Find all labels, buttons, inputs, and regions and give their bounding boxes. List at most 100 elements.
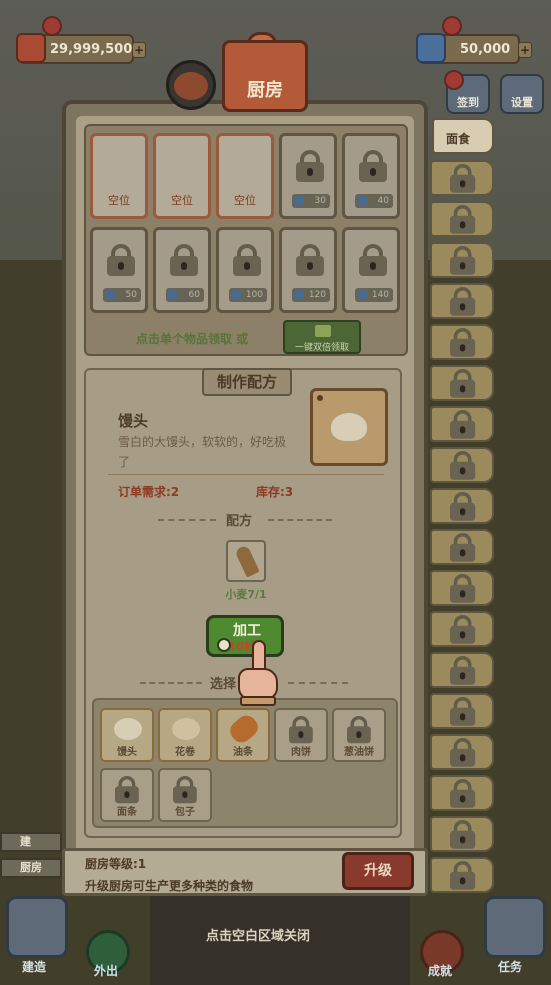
coin-icon	[16, 33, 46, 63]
coin-value: 29,999,500	[50, 41, 133, 57]
divider	[108, 474, 384, 475]
left-list-label: 厨房	[20, 861, 42, 874]
side-tab-locked[interactable]	[430, 570, 494, 606]
side-tab-locked[interactable]	[430, 693, 494, 729]
storage-slot-locked[interactable]: 50	[90, 227, 148, 313]
price-value: 30	[314, 196, 326, 206]
food-option-label: 葱油饼	[344, 747, 374, 758]
left-list-label: 建	[20, 835, 31, 848]
storage-slot-locked[interactable]: 30	[279, 133, 337, 219]
left-list-item-kitchen[interactable]: 厨房	[0, 858, 62, 878]
lock-icon	[450, 164, 476, 193]
side-tab-locked[interactable]	[430, 242, 494, 278]
lock-icon	[450, 574, 476, 603]
gem-counter: 50,000 +	[416, 33, 532, 64]
process-label: 加工	[233, 623, 261, 639]
storage-slot-locked[interactable]: 140	[342, 227, 400, 313]
side-tab-locked[interactable]	[430, 324, 494, 360]
food-option-huajuan[interactable]: 花卷	[158, 708, 212, 762]
lock-icon	[450, 861, 476, 890]
lock-icon	[359, 244, 387, 276]
unlock-price: 120	[292, 288, 330, 302]
side-tab-locked[interactable]	[430, 406, 494, 442]
storage-slot-locked[interactable]: 120	[279, 227, 337, 313]
gem-icon	[294, 196, 304, 206]
lock-icon	[450, 779, 476, 808]
build-label: 建造	[22, 960, 47, 974]
add-coins-button[interactable]: +	[132, 42, 146, 58]
storage-hint: 点击单个物品领取 或	[136, 332, 249, 346]
divider	[140, 682, 202, 684]
lock-icon	[450, 205, 476, 234]
side-tab-locked[interactable]	[430, 734, 494, 770]
food-option-youtiao[interactable]: 油条	[216, 708, 270, 762]
side-tab-locked[interactable]	[430, 160, 494, 196]
divider	[158, 519, 216, 521]
recipe-title: 制作配方	[202, 368, 292, 396]
storage-slot-locked[interactable]: 40	[342, 133, 400, 219]
tab-noodles[interactable]: 面食	[432, 118, 494, 154]
claim-all-double-button[interactable]: 一键双倍领取	[283, 320, 361, 354]
lock-icon	[289, 716, 313, 744]
storage-slot-empty[interactable]: 空位	[90, 133, 148, 219]
side-tab-locked[interactable]	[430, 775, 494, 811]
price-value: 60	[188, 290, 200, 300]
price-value: 140	[371, 290, 389, 300]
lock-icon	[233, 244, 261, 276]
tasks-label: 任务	[498, 960, 523, 974]
notice-icon	[444, 70, 464, 90]
food-option-locked[interactable]: 肉饼	[274, 708, 328, 762]
gem-icon	[168, 290, 178, 300]
settings-button[interactable]: 设置	[500, 74, 544, 114]
gem-icon	[231, 290, 241, 300]
storage-slot-empty[interactable]: 空位	[216, 133, 274, 219]
pot-food-icon	[174, 72, 208, 100]
food-option-locked[interactable]: 葱油饼	[332, 708, 386, 762]
tasks-button[interactable]	[484, 896, 546, 958]
unlock-price: 140	[355, 288, 393, 302]
build-button[interactable]	[6, 896, 68, 958]
storage-slot-locked[interactable]: 60	[153, 227, 211, 313]
side-tab-locked[interactable]	[430, 488, 494, 524]
lock-icon	[450, 328, 476, 357]
left-list-item[interactable]: 建	[0, 832, 62, 852]
food-option-mantou[interactable]: 馒头	[100, 708, 154, 762]
side-tab-locked[interactable]	[430, 283, 494, 319]
side-tab-locked[interactable]	[430, 529, 494, 565]
food-option-label: 面条	[117, 807, 137, 818]
kitchen-level: 厨房等级:1	[85, 857, 147, 871]
side-tab-locked[interactable]	[430, 365, 494, 401]
food-option-icon	[172, 718, 200, 740]
side-tab-locked[interactable]	[430, 816, 494, 852]
side-tab-locked[interactable]	[430, 447, 494, 483]
price-value: 100	[245, 290, 263, 300]
food-option-locked[interactable]: 包子	[158, 768, 212, 822]
tab-label: 面食	[446, 132, 471, 146]
side-tab-locked[interactable]	[430, 611, 494, 647]
side-tab-locked[interactable]	[430, 857, 494, 893]
side-tab-locked[interactable]	[430, 201, 494, 237]
food-option-locked[interactable]: 面条	[100, 768, 154, 822]
lock-icon	[107, 244, 135, 276]
lock-icon	[296, 150, 324, 182]
gem-icon	[294, 290, 304, 300]
lock-icon	[170, 244, 198, 276]
lock-icon	[450, 738, 476, 767]
side-tab-locked[interactable]	[430, 652, 494, 688]
pin-icon	[317, 395, 323, 401]
storage-slot-locked[interactable]: 100	[216, 227, 274, 313]
lock-icon	[450, 287, 476, 316]
achievement-label: 成就	[428, 964, 453, 978]
tutorial-hand-icon	[234, 640, 282, 706]
food-option-label: 包子	[175, 807, 195, 818]
storage-slot-empty[interactable]: 空位	[153, 133, 211, 219]
lock-icon	[115, 776, 139, 804]
unlock-price: 30	[292, 194, 330, 208]
lock-icon	[450, 533, 476, 562]
select-label: 选择	[210, 677, 237, 692]
close-hint: 点击空白区域关闭	[206, 929, 311, 944]
wheat-icon	[234, 544, 260, 578]
upgrade-button[interactable]: 升级	[342, 852, 414, 890]
add-gems-button[interactable]: +	[518, 42, 532, 58]
coin-counter: 29,999,500 +	[16, 33, 146, 64]
